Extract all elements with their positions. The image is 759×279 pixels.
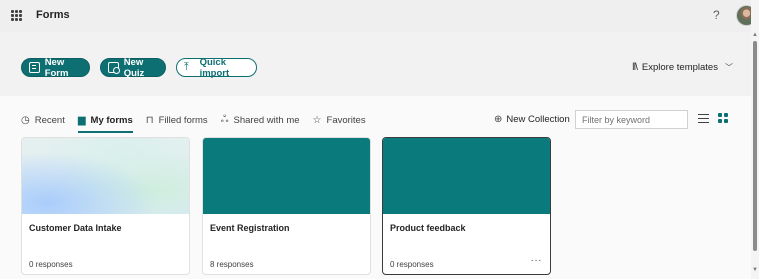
- new-form-button[interactable]: New Form: [21, 56, 90, 79]
- form-card-event-registration[interactable]: Event Registration 8 responses: [202, 137, 371, 275]
- explore-templates-button[interactable]: ‖\ Explore templates ﹀: [632, 62, 733, 73]
- card-thumbnail: [22, 138, 189, 214]
- library-icon: ‖\: [632, 62, 638, 73]
- list-view-icon[interactable]: [698, 114, 709, 123]
- tab-label: Shared with me: [233, 114, 300, 126]
- scroll-up-icon[interactable]: ▲: [752, 32, 758, 38]
- top-bar: Forms ?: [0, 0, 757, 32]
- star-icon: ☆: [312, 114, 322, 126]
- tab-recent[interactable]: ◷ Recent: [21, 110, 65, 130]
- card-responses: 8 responses: [210, 260, 254, 269]
- document-icon: ▆: [77, 114, 86, 126]
- new-collection-label: New Collection: [506, 114, 570, 125]
- tab-shared-with-me[interactable]: ஃ Shared with me: [221, 110, 300, 130]
- quick-import-label: Quick import: [199, 56, 230, 79]
- quiz-icon: [108, 62, 120, 74]
- chevron-down-icon: ﹀: [724, 63, 733, 72]
- more-options-icon[interactable]: ···: [531, 255, 543, 266]
- card-title: Event Registration: [210, 223, 290, 233]
- tab-favorites[interactable]: ☆ Favorites: [313, 110, 366, 130]
- action-bar: New Form New Quiz ⤒ Quick import ‖\ Expl…: [0, 32, 751, 96]
- collection-add-icon: ⊕: [494, 114, 503, 125]
- app-title[interactable]: Forms: [36, 9, 70, 21]
- quick-import-button[interactable]: ⤒ Quick import: [176, 56, 257, 79]
- card-thumbnail: [383, 138, 550, 214]
- form-icon: [29, 62, 40, 73]
- card-title: Product feedback: [390, 223, 466, 233]
- tab-filled-forms[interactable]: ⊓ Filled forms: [146, 110, 208, 130]
- new-quiz-label: New Quiz: [123, 56, 145, 79]
- card-title: Customer Data Intake: [29, 223, 122, 233]
- scrollbar-thumb[interactable]: [753, 41, 757, 251]
- form-card-customer-data-intake[interactable]: Customer Data Intake 0 responses: [21, 137, 190, 275]
- new-collection-button[interactable]: ⊕ New Collection: [494, 114, 570, 125]
- form-card-product-feedback[interactable]: Product feedback 0 responses ···: [382, 137, 551, 275]
- scroll-down-icon[interactable]: ▼: [752, 267, 758, 273]
- tab-label: Favorites: [326, 114, 366, 126]
- app-launcher-icon[interactable]: [11, 10, 22, 21]
- scrollbar[interactable]: ▲ ▼: [751, 0, 759, 279]
- clock-icon: ◷: [21, 114, 30, 126]
- tab-bar: ◷ Recent ▆ My forms ⊓ Filled forms ஃ Sha…: [21, 110, 379, 133]
- tab-label: Filled forms: [158, 114, 208, 126]
- help-icon[interactable]: ?: [713, 8, 720, 22]
- forms-panel: ◷ Recent ▆ My forms ⊓ Filled forms ஃ Sha…: [0, 96, 751, 279]
- tab-my-forms[interactable]: ▆ My forms: [77, 110, 133, 133]
- new-quiz-button[interactable]: New Quiz: [100, 56, 166, 79]
- new-form-label: New Form: [44, 56, 69, 79]
- card-thumbnail: [203, 138, 370, 214]
- people-icon: ஃ: [220, 114, 229, 125]
- card-responses: 0 responses: [390, 260, 434, 269]
- tab-label: Recent: [34, 114, 65, 126]
- filter-input[interactable]: [575, 110, 688, 129]
- grid-view-icon[interactable]: [718, 113, 728, 123]
- upload-icon: ⤒: [184, 61, 189, 73]
- card-responses: 0 responses: [29, 260, 73, 269]
- tab-label: My forms: [90, 114, 133, 126]
- bookmark-icon: ⊓: [145, 114, 154, 126]
- explore-templates-label: Explore templates: [641, 62, 718, 73]
